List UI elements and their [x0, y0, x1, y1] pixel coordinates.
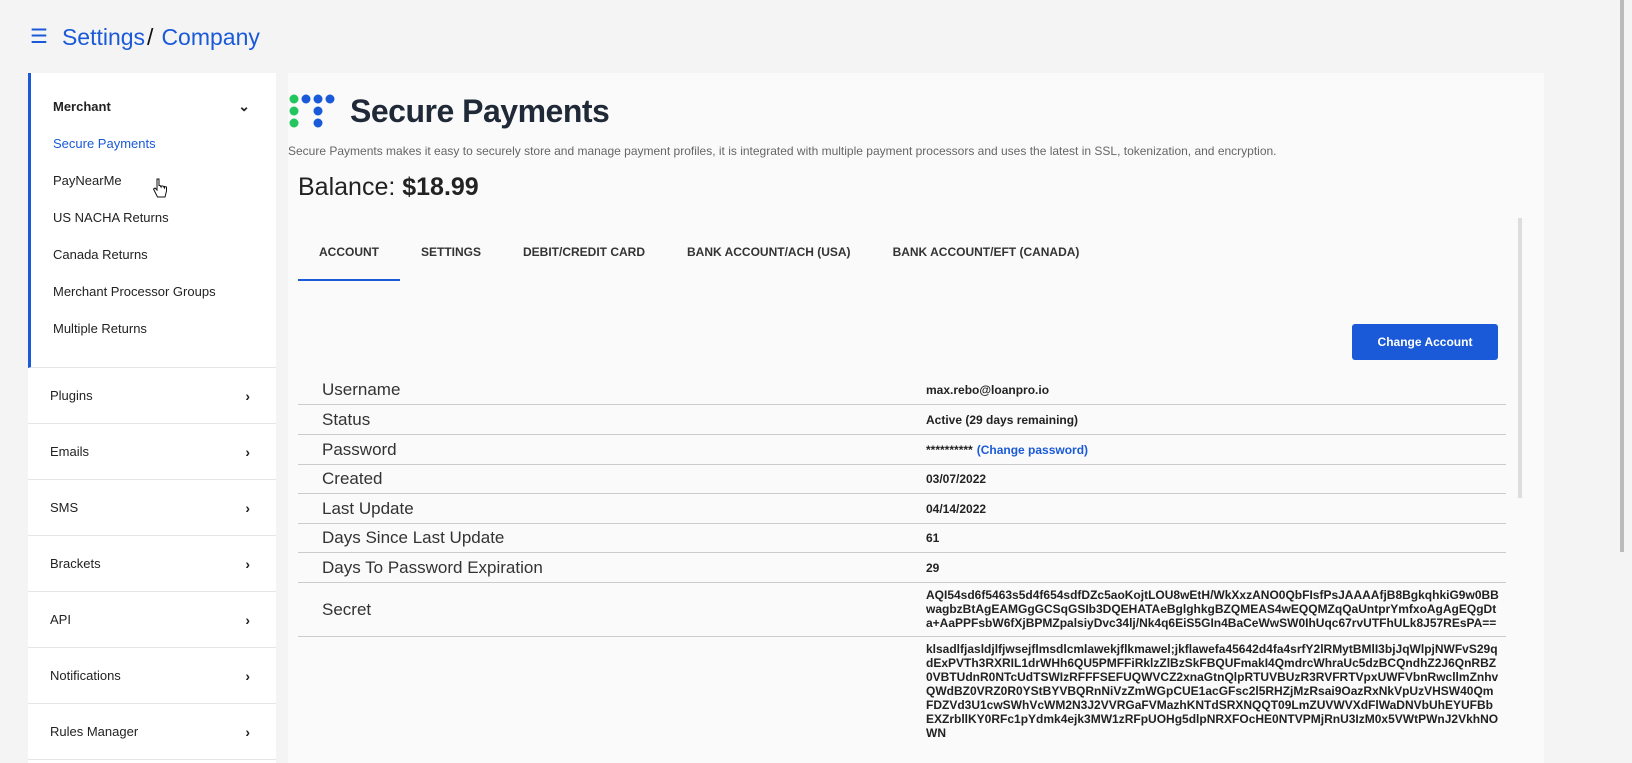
row-value-password: ********** (Change password) [902, 435, 1506, 464]
table-row: Status Active (29 days remaining) [298, 405, 1506, 435]
table-row: Days To Password Expiration 29 [298, 553, 1506, 583]
brand-description: Secure Payments makes it easy to securel… [288, 144, 1277, 158]
row-key: Days To Password Expiration [322, 557, 543, 577]
tab-settings[interactable]: SETTINGS [400, 235, 502, 281]
sidebar-item-canada-returns[interactable]: Canada Returns [31, 236, 276, 273]
sidebar-item-secure-payments[interactable]: Secure Payments [31, 125, 276, 162]
chevron-right-icon: › [245, 387, 250, 404]
chevron-down-icon: ⌄ [238, 97, 250, 114]
sidebar-item-us-nacha-returns[interactable]: US NACHA Returns [31, 199, 276, 236]
sidebar-section-merchant: Merchant ⌄ Secure Payments PayNearMe US … [28, 73, 276, 368]
secure-payments-brand: Secure Payments [288, 91, 610, 131]
page-scrollbar[interactable] [1620, 0, 1624, 552]
row-value: 61 [926, 531, 940, 545]
row-value: Active (29 days remaining) [926, 412, 1079, 427]
sidebar-section-brackets[interactable]: Brackets › [28, 536, 276, 592]
brand-title: Secure Payments [350, 92, 610, 129]
table-row: klsadlfjasldjlfjwsejflmsdlcmlawekjflkmaw… [298, 637, 1506, 747]
breadcrumb-company[interactable]: Company [161, 24, 259, 51]
chevron-right-icon: › [245, 443, 250, 460]
sidebar-merchant-header[interactable]: Merchant ⌄ [31, 73, 276, 121]
row-key: Username [322, 379, 401, 399]
sidebar-section-label: Brackets [50, 556, 101, 571]
chevron-right-icon: › [245, 611, 250, 628]
balance-display: Balance: $18.99 [298, 173, 479, 202]
sidebar-section-notifications[interactable]: Notifications › [28, 648, 276, 704]
row-value: 03/07/2022 [926, 472, 987, 486]
sidebar-section-label: Plugins [50, 388, 93, 403]
row-key: Last Update [322, 498, 414, 518]
table-row: Password ********** (Change password) [298, 435, 1506, 465]
sidebar-section-plugins[interactable]: Plugins › [28, 368, 276, 424]
table-row: Last Update 04/14/2022 [298, 494, 1506, 524]
sidebar-item-merchant-processor-groups[interactable]: Merchant Processor Groups [31, 273, 276, 310]
row-key: Status [322, 409, 371, 429]
tab-account[interactable]: ACCOUNT [298, 235, 400, 281]
account-tabs: ACCOUNT SETTINGS DEBIT/CREDIT CARD BANK … [298, 235, 1100, 281]
breadcrumb-header: ☰ Settings / Company [30, 22, 260, 52]
secure-payments-logo-icon [289, 94, 335, 128]
row-key: Created [322, 469, 383, 488]
row-value: 04/14/2022 [926, 501, 987, 516]
sidebar-section-rules-manager[interactable]: Rules Manager › [28, 704, 276, 760]
password-mask: ********** [926, 442, 973, 457]
row-key: Password [322, 439, 397, 459]
panel-scrollbar[interactable] [1518, 218, 1522, 498]
balance-value: $18.99 [402, 173, 479, 201]
row-key: Secret [322, 599, 372, 619]
row-value: max.rebo@loanpro.io [926, 382, 1050, 397]
chevron-right-icon: › [245, 555, 250, 572]
chevron-right-icon: › [245, 667, 250, 684]
change-account-button[interactable]: Change Account [1352, 324, 1498, 360]
secure-payments-panel: Secure Payments Secure Payments makes it… [288, 73, 1544, 763]
sidebar-item-multiple-returns[interactable]: Multiple Returns [31, 310, 276, 347]
settings-sidebar: Merchant ⌄ Secure Payments PayNearMe US … [28, 73, 276, 763]
breadcrumb-separator: / [147, 23, 154, 50]
table-row: Created 03/07/2022 [298, 465, 1506, 494]
sidebar-section-emails[interactable]: Emails › [28, 424, 276, 480]
tab-bank-account-eft-canada[interactable]: BANK ACCOUNT/EFT (CANADA) [872, 235, 1101, 281]
change-password-link[interactable]: (Change password) [977, 443, 1088, 457]
row-key: Days Since Last Update [322, 528, 505, 547]
row-value-secret: AQI54sd6f5463s5d4f654sdfDZc5aoKojtLOU8wE… [926, 588, 1499, 630]
sidebar-section-label: Rules Manager [50, 724, 139, 739]
sidebar-merchant-label: Merchant [53, 98, 111, 114]
sidebar-section-label: SMS [50, 500, 79, 515]
tab-bank-account-ach-usa[interactable]: BANK ACCOUNT/ACH (USA) [666, 235, 872, 281]
hand-cursor-icon [152, 178, 167, 198]
chevron-right-icon: › [245, 723, 250, 740]
sidebar-section-sms[interactable]: SMS › [28, 480, 276, 536]
row-value: 29 [926, 560, 940, 575]
row-value-token: klsadlfjasldjlfjwsejflmsdlcmlawekjflkmaw… [926, 642, 1499, 740]
account-details-table: Username max.rebo@loanpro.io Status Acti… [298, 375, 1506, 747]
sidebar-section-label: API [50, 612, 71, 627]
sidebar-section-label: Emails [50, 444, 90, 459]
chevron-right-icon: › [245, 499, 250, 516]
row-key [298, 637, 902, 747]
table-row: Username max.rebo@loanpro.io [298, 375, 1506, 405]
balance-label: Balance: [298, 173, 396, 201]
breadcrumb-settings[interactable]: Settings [62, 24, 145, 51]
table-row: Secret AQI54sd6f5463s5d4f654sdfDZc5aoKoj… [298, 583, 1506, 637]
tab-debit-credit-card[interactable]: DEBIT/CREDIT CARD [502, 235, 666, 281]
hamburger-icon[interactable]: ☰ [30, 27, 48, 47]
table-row: Days Since Last Update 61 [298, 524, 1506, 553]
sidebar-section-label: Notifications [50, 668, 121, 683]
sidebar-section-api[interactable]: API › [28, 592, 276, 648]
